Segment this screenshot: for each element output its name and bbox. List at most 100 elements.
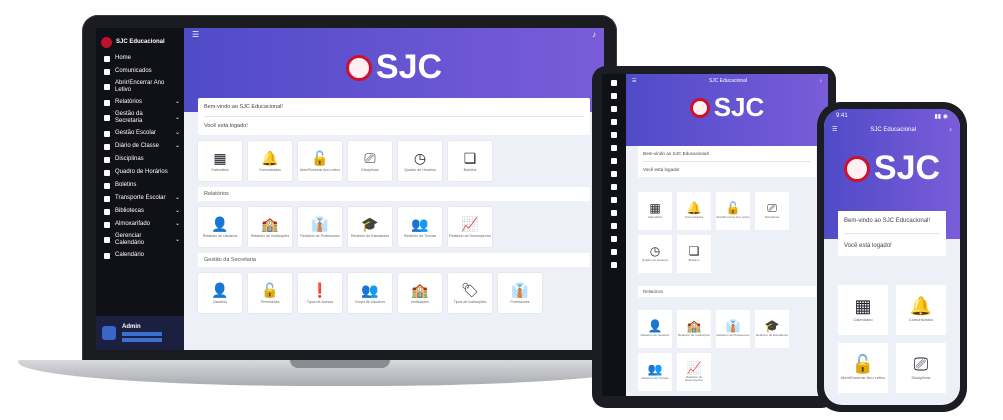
shortcut-tile[interactable]: ❗ Tipos de Acesso <box>298 273 342 313</box>
shortcut-tile[interactable]: ⎚ Disciplinas <box>896 343 946 393</box>
sidebar-item[interactable]: Gestão Escolar ⌄ <box>96 127 184 140</box>
shortcut-tile[interactable]: 🔓 Permissões <box>248 273 292 313</box>
shortcut-tile[interactable]: 👔 Relatório de Professores <box>298 207 342 247</box>
calendar-icon[interactable] <box>611 262 617 268</box>
shortcut-tile[interactable]: 👤 Usuários <box>198 273 242 313</box>
book-icon[interactable] <box>611 158 617 164</box>
clock-icon[interactable] <box>611 184 617 190</box>
sidebar-item[interactable]: Disciplinas <box>96 153 184 166</box>
menu-icon[interactable]: ☰ <box>632 78 636 84</box>
shortcut-tile[interactable]: ◷ Quadro de Horários <box>638 235 672 273</box>
chart-icon[interactable] <box>611 119 617 125</box>
doc-icon[interactable] <box>611 197 617 203</box>
shortcut-tile[interactable]: 🏫 Relatório de Instituições <box>248 207 292 247</box>
calendar-icon[interactable] <box>611 249 617 255</box>
box-icon[interactable] <box>611 236 617 242</box>
shortcut-tile[interactable]: 📈 Relatório de Desempenho <box>677 353 711 391</box>
menu-icon[interactable]: ☰ <box>192 30 199 39</box>
bell-icon[interactable]: ♪ <box>949 127 952 133</box>
shortcut-tile[interactable]: 🏫 Relatório de Instituições <box>677 310 711 348</box>
shortcut-label: Permissões <box>260 299 280 304</box>
home-icon[interactable] <box>611 80 617 86</box>
tablet-main: ☰ SJC Educacional ♪ SJC Bem-vindo ao SJC… <box>626 74 828 396</box>
sidebar-item[interactable]: Almoxarifado ⌄ <box>96 218 184 231</box>
shortcut-tile[interactable]: ▦ Calendário <box>638 192 672 230</box>
library-icon[interactable] <box>611 223 617 229</box>
shortcut-label: Relatório de Instituições <box>677 333 711 338</box>
shortcut-tile[interactable]: 🔔 Comunicados <box>248 141 292 181</box>
shortcut-tile[interactable]: 👤 Relatório de Usuários <box>198 207 242 247</box>
sidebar-item[interactable]: Comunicados <box>96 65 184 78</box>
user-panel[interactable]: Admin <box>96 316 184 350</box>
sidebar-item[interactable]: Abrir/Encerrar Ano Letivo <box>96 78 184 96</box>
logged-text: Você está logado! <box>643 167 680 172</box>
shortcut-tile[interactable]: 🔔 Comunicados <box>896 285 946 335</box>
laptop-notch <box>290 360 390 368</box>
user-icon: 👤 <box>647 319 663 334</box>
shortcut-tile[interactable]: 🏫 Instituições <box>398 273 442 313</box>
sidebar-brand[interactable]: SJC Educacional <box>96 32 184 52</box>
group-icon: 👥 <box>361 281 379 298</box>
sidebar-item-label: Calendário <box>115 252 145 258</box>
calendar-lock-icon[interactable] <box>611 106 617 112</box>
sidebar-item-label: Home <box>115 55 132 61</box>
shortcut-label: Grupo de Usuários <box>354 299 386 304</box>
sidebar-item[interactable]: Gestão da Secretaria ⌄ <box>96 109 184 127</box>
shortcut-tile[interactable]: 👥 Grupo de Usuários <box>348 273 392 313</box>
sidebar-item[interactable]: Quadro de Horários <box>96 166 184 179</box>
shortcut-tile[interactable]: 📈 Relatório de Desempenho <box>448 207 492 247</box>
shortcut-tile[interactable]: 👔 Relatório de Professores <box>716 310 750 348</box>
shortcut-tile[interactable]: 🔓 Abrir/Encerrar Ano Letivo <box>716 192 750 230</box>
sidebar-item[interactable]: Transporte Escolar ⌄ <box>96 192 184 205</box>
shortcut-tile[interactable]: 👤 Relatório de Usuários <box>638 310 672 348</box>
shortcut-tile[interactable]: 👔 Professores <box>498 273 542 313</box>
shortcut-tile[interactable]: 👥 Relatório de Turmas <box>638 353 672 391</box>
bell-icon: 🔔 <box>686 201 702 216</box>
shortcut-tile[interactable]: 🏷 Tipos de Instituições <box>448 273 492 313</box>
shortcut-tile[interactable]: 🔓 Abrir/Encerrar Ano Letivo <box>838 343 888 393</box>
shortcut-tile[interactable]: ❏ Boletins <box>448 141 492 181</box>
sidebar-item-label: Gestão Escolar <box>115 130 157 136</box>
bus-icon[interactable] <box>611 210 617 216</box>
shortcut-tile[interactable]: 🔔 Comunicados <box>677 192 711 230</box>
shortcut-tile[interactable]: 🎓 Relatório de Estudantes <box>348 207 392 247</box>
trend-icon: 📈 <box>686 360 702 375</box>
shortcut-label: Abrir/Encerrar Ano Letivo <box>299 167 341 172</box>
shortcut-tile[interactable]: 🔓 Abrir/Encerrar Ano Letivo <box>298 141 342 181</box>
shortcut-tile[interactable]: ⎚ Disciplinas <box>348 141 392 181</box>
shortcut-label: Relatório de Desempenho <box>685 374 703 382</box>
welcome-text: Bem-vindo ao SJC Educacional! <box>204 104 584 117</box>
shortcut-tile[interactable]: ▦ Calendário <box>198 141 242 181</box>
shortcut-tile[interactable]: 🎓 Relatório de Estudantes <box>755 310 789 348</box>
sidebar-item-label: Bibliotecas <box>115 208 145 214</box>
briefcase-icon[interactable] <box>611 132 617 138</box>
tablet-sidebar <box>602 74 626 396</box>
avatar <box>102 326 116 340</box>
school-icon[interactable] <box>611 145 617 151</box>
sidebar-item[interactable]: Diário de Classe ⌄ <box>96 140 184 153</box>
calendar-lock-icon <box>104 84 110 90</box>
graduate-icon: 🎓 <box>764 319 780 334</box>
school-icon: 🏫 <box>261 215 279 232</box>
shortcut-tile[interactable]: ❏ Boletins <box>677 235 711 273</box>
section-title-secretaria: Gestão da Secretaria <box>198 253 590 267</box>
logged-text: Você está logado! <box>844 243 892 249</box>
menu-icon[interactable]: ☰ <box>832 126 837 133</box>
school-icon: 🏫 <box>686 319 702 334</box>
sidebar-item[interactable]: Home <box>96 52 184 65</box>
shortcut-tile[interactable]: ◷ Quadro de Horários <box>398 141 442 181</box>
sidebar-item[interactable]: Bibliotecas ⌄ <box>96 205 184 218</box>
leaf-icon[interactable] <box>611 171 617 177</box>
sidebar-item[interactable]: Relatórios ⌄ <box>96 96 184 109</box>
bell-icon[interactable]: ♪ <box>592 30 596 39</box>
shortcut-tile[interactable]: ▦ Calendário <box>838 285 888 335</box>
shortcut-tile[interactable]: 👥 Relatório de Turmas <box>398 207 442 247</box>
shortcut-tile[interactable]: ⎚ Disciplinas <box>755 192 789 230</box>
shortcut-label: Boletins <box>688 258 700 263</box>
bell-icon[interactable]: ♪ <box>820 78 823 84</box>
sidebar-item[interactable]: Boletins <box>96 179 184 192</box>
sidebar-item[interactable]: Gerenciar Calendário ⌄ <box>96 231 184 249</box>
megaphone-icon[interactable] <box>611 93 617 99</box>
shortcut-label: Quadro de Horários <box>404 167 436 172</box>
sidebar-item[interactable]: Calendário <box>96 249 184 262</box>
